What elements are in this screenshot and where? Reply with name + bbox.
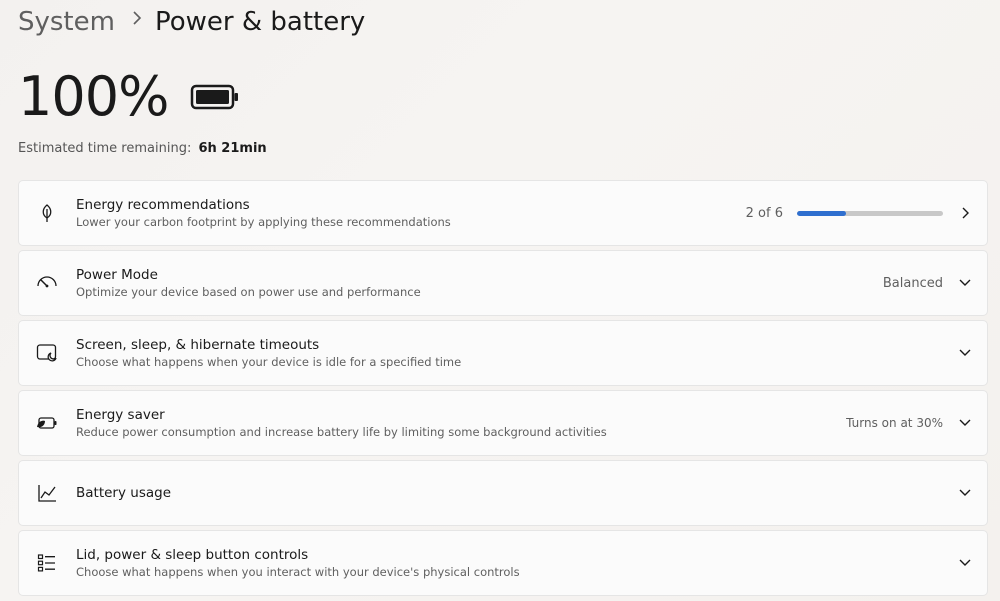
chevron-down-icon <box>957 555 973 571</box>
recommendations-progress-bar <box>797 210 943 216</box>
energy-recommendations-title: Energy recommendations <box>76 197 250 213</box>
battery-percent: 100% <box>18 65 169 128</box>
energy-saver-title: Energy saver <box>76 407 165 423</box>
power-mode-dropdown[interactable]: Balanced <box>883 275 973 291</box>
power-mode-value: Balanced <box>882 275 943 291</box>
battery-full-icon <box>190 84 240 114</box>
energy-saver-description: Reduce power consumption and increase ba… <box>76 425 607 439</box>
breadcrumb-system-link[interactable]: System <box>18 7 115 37</box>
screen-sleep-timeouts-card[interactable]: Screen, sleep, & hibernate timeouts Choo… <box>18 320 988 386</box>
battery-usage-title: Battery usage <box>76 485 171 501</box>
power-mode-card: Power Mode Optimize your device based on… <box>18 250 988 316</box>
list-settings-icon <box>36 552 58 574</box>
lid-power-description: Choose what happens when you interact wi… <box>76 565 520 579</box>
chevron-right-icon <box>957 205 973 221</box>
power-mode-title: Power Mode <box>76 267 158 283</box>
chevron-down-icon <box>957 415 973 431</box>
chevron-down-icon <box>957 345 973 361</box>
page-title: Power & battery <box>154 7 366 37</box>
energy-recommendations-description: Lower your carbon footprint by applying … <box>76 215 451 229</box>
screen-sleep-title: Screen, sleep, & hibernate timeouts <box>76 337 320 353</box>
lid-power-sleep-card[interactable]: Lid, power & sleep button controls Choos… <box>18 530 988 596</box>
battery-status: 100% <box>18 64 240 130</box>
breadcrumb-separator-icon <box>132 11 142 29</box>
leaf-icon <box>36 202 58 224</box>
battery-usage-card[interactable]: Battery usage <box>18 460 988 526</box>
estimated-time: Estimated time remaining: 6h 21min <box>18 141 267 156</box>
lid-power-title: Lid, power & sleep button controls <box>76 547 309 563</box>
screen-sleep-description: Choose what happens when your device is … <box>76 355 462 369</box>
power-mode-description: Optimize your device based on power use … <box>76 285 421 299</box>
recommendations-progress-text: 2 of 6 <box>745 205 783 221</box>
chevron-down-icon <box>957 275 973 291</box>
line-chart-icon <box>36 482 58 504</box>
estimated-time-label: Estimated time remaining: <box>18 141 192 156</box>
energy-saver-status: Turns on at 30% <box>846 416 943 430</box>
energy-saver-card[interactable]: Energy saver Reduce power consumption an… <box>18 390 988 456</box>
estimated-time-value: 6h 21min <box>198 141 267 156</box>
chevron-down-icon <box>957 485 973 501</box>
battery-leaf-icon <box>36 412 58 434</box>
energy-recommendations-card[interactable]: Energy recommendations Lower your carbon… <box>18 180 988 246</box>
breadcrumb: System Power & battery <box>18 4 365 40</box>
screen-moon-icon <box>36 342 58 364</box>
gauge-icon <box>36 272 58 294</box>
recommendations-progress-fill <box>797 210 846 216</box>
